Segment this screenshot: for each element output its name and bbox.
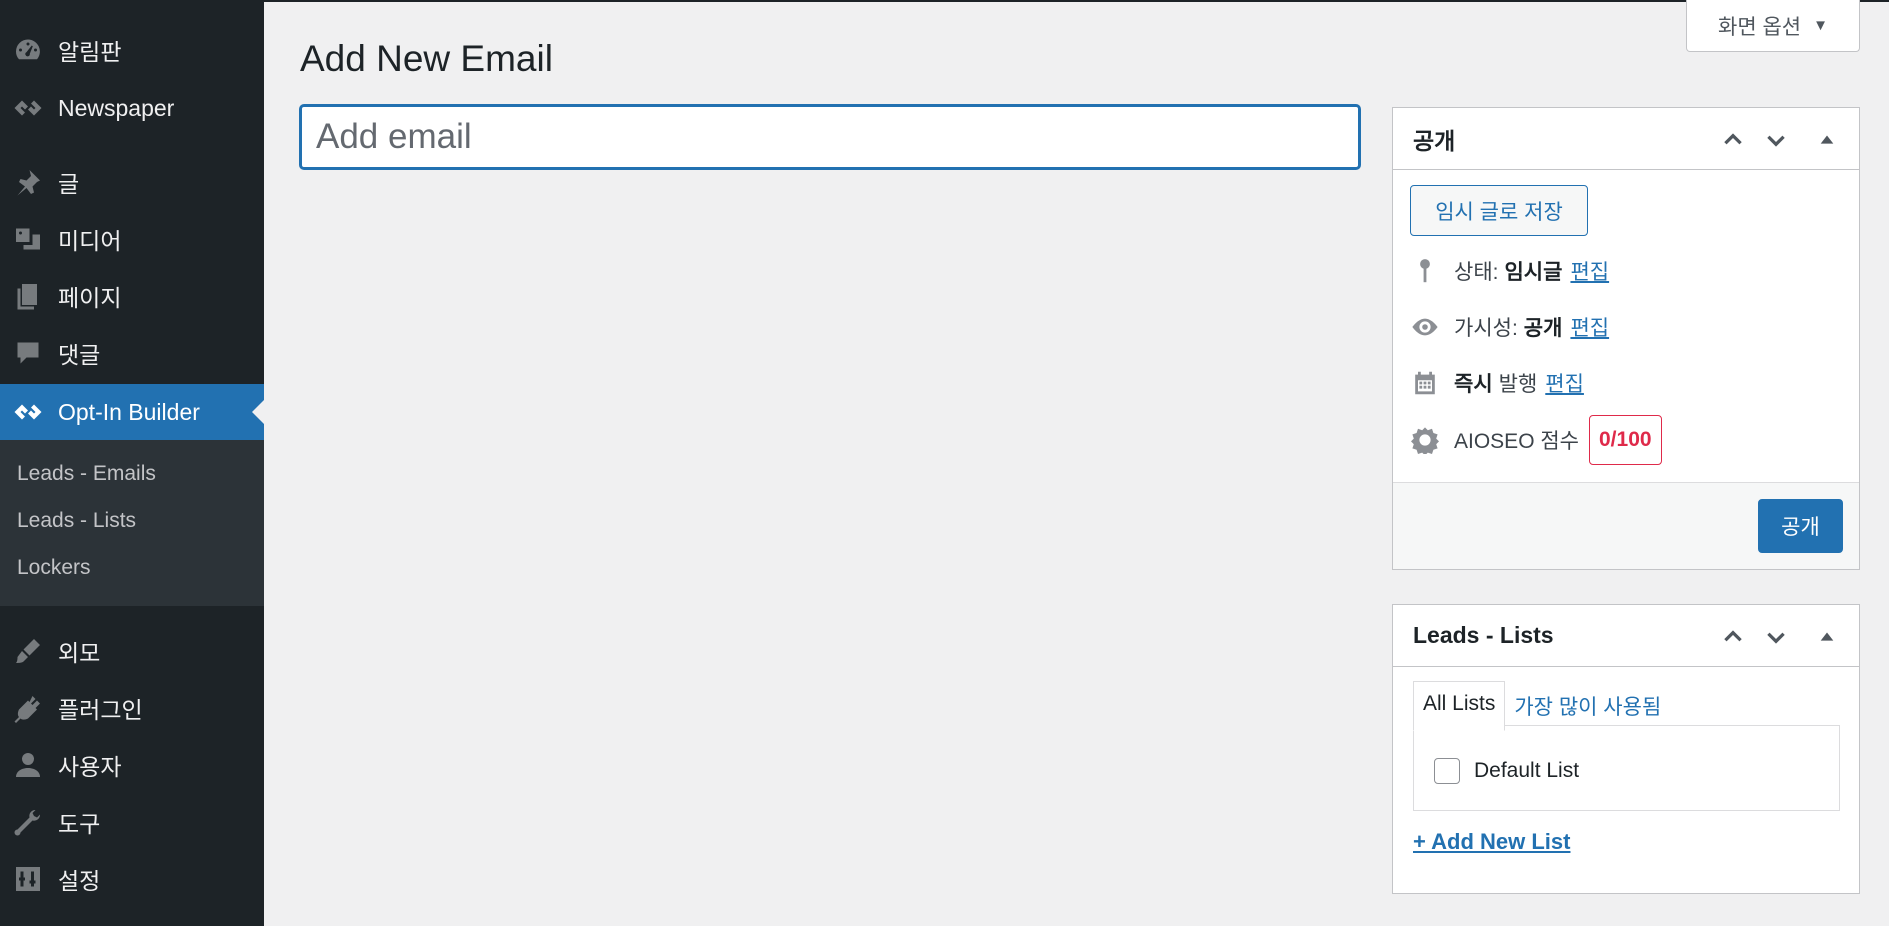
- plugin-icon: [12, 692, 44, 724]
- newspaper-logo-icon: [12, 92, 44, 124]
- opt-in-submenu: Leads - Emails Leads - Lists Lockers: [0, 440, 264, 606]
- sidebar-item-newspaper[interactable]: Newspaper: [0, 80, 264, 136]
- sidebar-item-tools[interactable]: 도구: [0, 794, 264, 850]
- sidebar-item-settings[interactable]: 설정: [0, 851, 264, 907]
- leads-lists-box: Leads - Lists All Lists 가장 많이 사용됨 Defaul…: [1392, 604, 1860, 894]
- status-row: 상태: 임시글 편집: [1410, 256, 1609, 286]
- aioseo-gear-icon: [1410, 425, 1440, 455]
- wrench-icon: [12, 806, 44, 838]
- sidebar-item-label: 댓글: [58, 342, 101, 368]
- sidebar-item-posts[interactable]: 글: [0, 154, 264, 210]
- sidebar-item-label: 사용자: [58, 754, 122, 780]
- publish-box: 공개 임시 글로 저장 상태: 임시글 편집 가시성: 공개 편집 즉시 발행 …: [1392, 107, 1860, 570]
- media-icon: [12, 223, 44, 255]
- publish-box-title: 공개: [1413, 127, 1456, 154]
- submenu-leads-lists[interactable]: Leads - Lists: [17, 509, 136, 533]
- move-down-icon[interactable]: [1762, 623, 1790, 651]
- move-down-icon[interactable]: [1762, 126, 1790, 154]
- pushpin-icon: [12, 166, 44, 198]
- collapse-toggle-icon[interactable]: [1813, 623, 1841, 651]
- sidebar-item-label: Opt-In Builder: [58, 398, 200, 425]
- lists-tabs: All Lists 가장 많이 사용됨: [1413, 681, 1670, 731]
- sidebar-item-label: 페이지: [58, 285, 122, 311]
- list-item[interactable]: Default List: [1434, 758, 1579, 784]
- schedule-row: 즉시 발행 편집: [1410, 368, 1584, 398]
- move-up-icon[interactable]: [1719, 126, 1747, 154]
- page-title: Add New Email: [300, 38, 553, 79]
- admin-sidebar: 알림판 Newspaper 글 미디어 페이지 댓글 Opt-In Builde…: [0, 0, 264, 926]
- pages-icon: [12, 280, 44, 312]
- settings-sliders-icon: [12, 863, 44, 895]
- screen-options-label: 화면 옵션: [1718, 15, 1802, 39]
- sidebar-item-label: 도구: [58, 811, 101, 837]
- list-item-label: Default List: [1474, 759, 1580, 782]
- edit-visibility-link[interactable]: 편집: [1570, 312, 1609, 342]
- sidebar-item-pages[interactable]: 페이지: [0, 268, 264, 324]
- lists-panel: Default List: [1413, 725, 1840, 811]
- email-title-input[interactable]: [300, 105, 1360, 169]
- sidebar-item-label: 플러그인: [58, 697, 143, 723]
- sidebar-item-opt-in-builder[interactable]: Opt-In Builder: [0, 384, 264, 440]
- sidebar-item-label: 설정: [58, 868, 101, 894]
- leads-lists-title: Leads - Lists: [1413, 622, 1554, 648]
- schedule-bold: 즉시: [1454, 373, 1493, 396]
- sidebar-item-plugins[interactable]: 플러그인: [0, 680, 264, 736]
- sidebar-item-label: 글: [58, 171, 80, 197]
- tab-all-lists[interactable]: All Lists: [1413, 681, 1506, 731]
- edit-schedule-link[interactable]: 편집: [1545, 368, 1584, 398]
- sidebar-item-label: 알림판: [58, 39, 122, 65]
- optin-logo-icon: [12, 396, 44, 428]
- save-draft-button[interactable]: 임시 글로 저장: [1410, 185, 1588, 236]
- status-value: 임시글: [1504, 261, 1563, 284]
- visibility-row: 가시성: 공개 편집: [1410, 312, 1609, 342]
- move-up-icon[interactable]: [1719, 623, 1747, 651]
- top-bar-line: [264, 0, 1889, 2]
- publish-box-header: 공개: [1393, 108, 1859, 170]
- sidebar-item-appearance[interactable]: 외모: [0, 623, 264, 679]
- submenu-lockers[interactable]: Lockers: [17, 556, 91, 580]
- user-icon: [12, 749, 44, 781]
- screen-options-button[interactable]: 화면 옵션 ▼: [1686, 0, 1860, 52]
- aioseo-score-badge[interactable]: 0/100: [1589, 415, 1662, 465]
- schedule-label: 발행: [1498, 373, 1538, 396]
- submenu-leads-emails[interactable]: Leads - Emails: [17, 462, 156, 486]
- sidebar-item-media[interactable]: 미디어: [0, 211, 264, 267]
- collapse-toggle-icon[interactable]: [1813, 126, 1841, 154]
- comment-icon: [12, 337, 44, 369]
- publish-button[interactable]: 공개: [1758, 499, 1843, 553]
- calendar-icon: [1410, 368, 1440, 398]
- dashboard-icon: [12, 34, 44, 66]
- sidebar-item-label: 미디어: [58, 228, 122, 254]
- sidebar-item-comments[interactable]: 댓글: [0, 325, 264, 381]
- sidebar-item-users[interactable]: 사용자: [0, 737, 264, 793]
- aioseo-row: AIOSEO 점수 0/100: [1410, 415, 1662, 465]
- edit-status-link[interactable]: 편집: [1570, 256, 1609, 286]
- publish-actions: 공개: [1393, 482, 1859, 569]
- aioseo-label: AIOSEO 점수: [1454, 430, 1579, 453]
- default-list-checkbox[interactable]: [1434, 758, 1460, 784]
- pin-icon: [1410, 256, 1440, 286]
- leads-lists-header: Leads - Lists: [1393, 605, 1859, 667]
- caret-down-icon: ▼: [1813, 17, 1828, 34]
- visibility-value: 공개: [1523, 317, 1563, 340]
- sidebar-item-label: Newspaper: [58, 94, 175, 121]
- add-new-list-link[interactable]: + Add New List: [1413, 829, 1570, 855]
- eye-icon: [1410, 312, 1440, 342]
- tab-most-used[interactable]: 가장 많이 사용됨: [1505, 681, 1670, 731]
- visibility-label: 가시성:: [1454, 317, 1518, 340]
- sidebar-item-label: 외모: [58, 640, 101, 666]
- paintbrush-icon: [12, 635, 44, 667]
- status-label: 상태:: [1454, 261, 1499, 284]
- sidebar-item-dashboard[interactable]: 알림판: [0, 22, 264, 78]
